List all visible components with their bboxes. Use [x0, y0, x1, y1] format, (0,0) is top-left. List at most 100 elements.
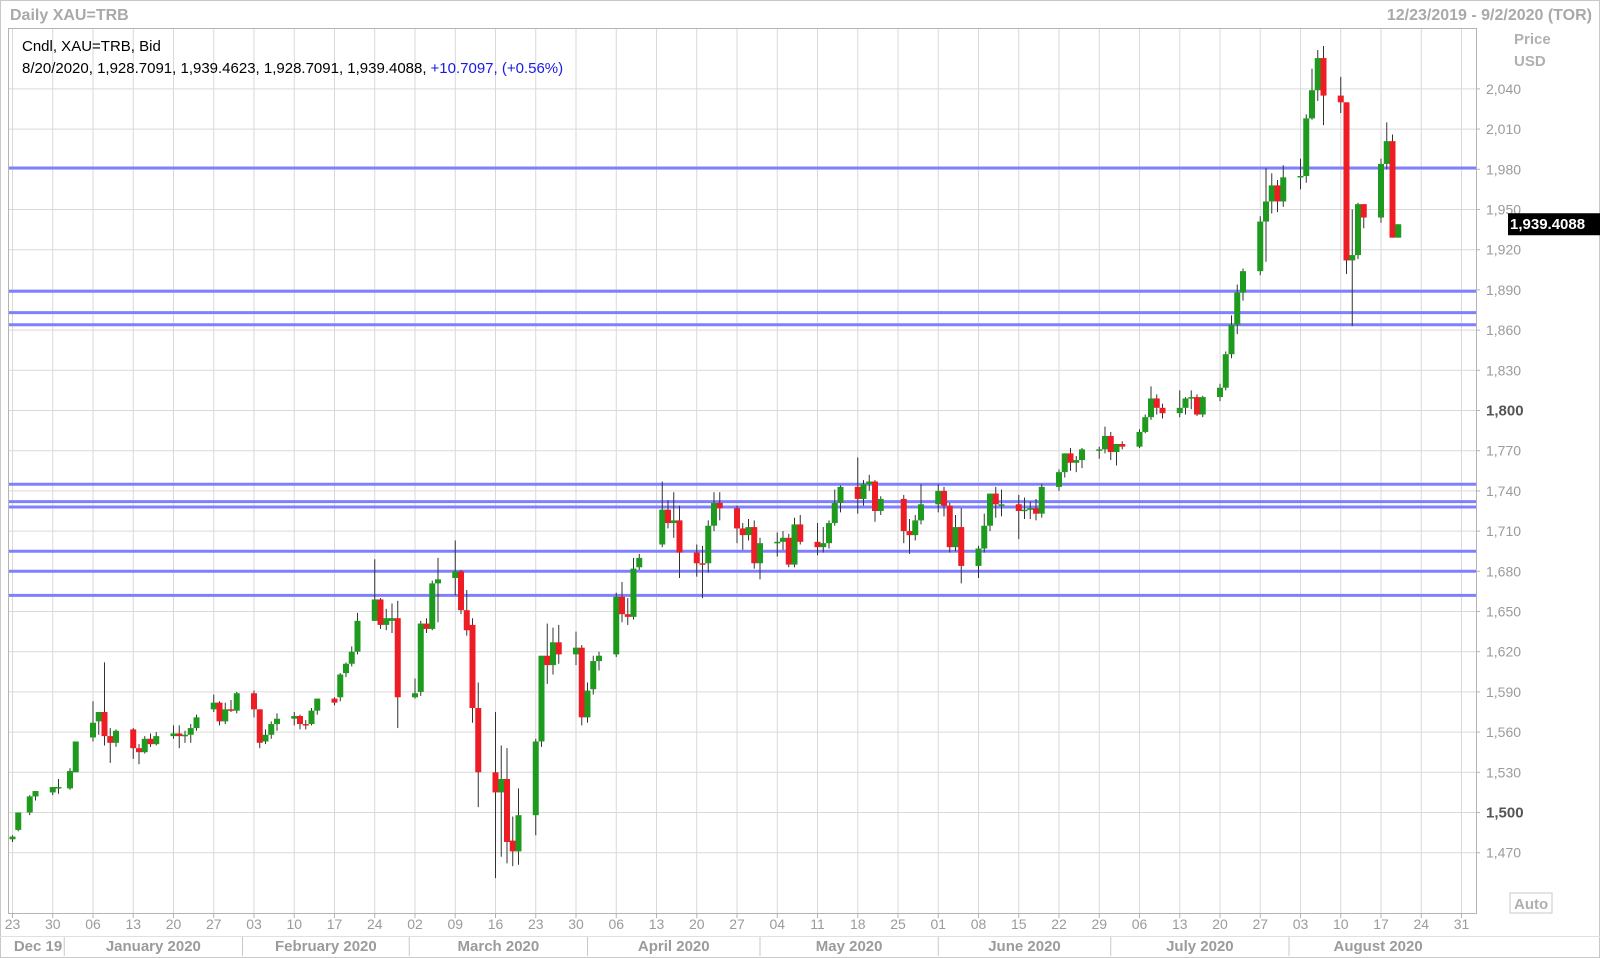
- candle[interactable]: [751, 520, 758, 569]
- candle[interactable]: [1395, 224, 1402, 238]
- candle-body-up: [987, 493, 993, 526]
- date-tick-label: 06: [85, 916, 101, 932]
- candle[interactable]: [578, 645, 585, 726]
- candle[interactable]: [1355, 202, 1361, 260]
- candle-body-up: [791, 524, 798, 565]
- price-axis-header: Price: [1514, 31, 1551, 48]
- candle[interactable]: [417, 620, 424, 696]
- date-tick-label: 06: [608, 916, 624, 932]
- candle-body-down: [797, 524, 804, 542]
- price-tick-label: 1,620: [1486, 644, 1521, 660]
- candle[interactable]: [1199, 395, 1206, 418]
- candle-body-up: [67, 770, 73, 789]
- candle[interactable]: [1222, 351, 1229, 391]
- candle-body-up: [596, 655, 602, 662]
- candle-body-down: [1159, 407, 1166, 414]
- candle-body-up: [952, 527, 959, 548]
- candle-body-down: [504, 779, 510, 842]
- date-tick-label: 16: [488, 916, 504, 932]
- candle-body-down: [147, 738, 154, 745]
- candle[interactable]: [15, 812, 22, 832]
- series-legend: Cndl, XAU=TRB, Bid: [22, 38, 161, 55]
- candle[interactable]: [987, 493, 993, 532]
- candle-body-down: [624, 614, 631, 617]
- candle-body-down: [544, 655, 551, 666]
- date-tick-label: 27: [206, 916, 222, 932]
- date-tick-label: 17: [1373, 916, 1389, 932]
- date-tick-label: 20: [689, 916, 705, 932]
- candle[interactable]: [1257, 216, 1264, 276]
- auto-scale-label: Auto: [1514, 896, 1548, 913]
- candle[interactable]: [791, 517, 798, 568]
- candle[interactable]: [613, 592, 620, 658]
- ohlc-values: 8/20/2020, 1,928.7091, 1,939.4623, 1,928…: [22, 60, 427, 77]
- candle[interactable]: [26, 795, 33, 816]
- candle[interactable]: [1389, 134, 1396, 238]
- candle[interactable]: [1303, 114, 1310, 183]
- candle[interactable]: [538, 655, 545, 747]
- date-tick-label: 01: [930, 916, 946, 932]
- candle-body-down: [739, 528, 746, 536]
- candle-body-up: [337, 674, 344, 698]
- candle-body-up: [613, 596, 620, 655]
- candle-body-up: [573, 647, 579, 655]
- candle-body-up: [274, 718, 280, 725]
- candle[interactable]: [1343, 102, 1350, 274]
- candle[interactable]: [785, 533, 792, 568]
- candle-body-down: [906, 531, 913, 536]
- candle[interactable]: [1038, 484, 1045, 518]
- candle-body-up: [49, 787, 56, 793]
- candle-body-down: [1153, 398, 1160, 408]
- candle[interactable]: [469, 618, 476, 723]
- month-label: July 2020: [1166, 938, 1234, 955]
- candle-body-up: [636, 557, 643, 568]
- candle-body-up: [1263, 201, 1269, 222]
- candle-body-down: [377, 599, 384, 625]
- candle[interactable]: [1378, 158, 1384, 223]
- candle[interactable]: [458, 569, 464, 615]
- candle[interactable]: [72, 741, 79, 773]
- candle-body-up: [757, 543, 763, 564]
- candle-body-down: [509, 840, 516, 852]
- date-tick-label: 04: [769, 916, 785, 932]
- candle-body-up: [780, 537, 786, 542]
- candle-body-up: [630, 568, 637, 617]
- plot-area[interactable]: [8, 28, 1477, 914]
- candle-body-down: [256, 709, 263, 743]
- candle-body-down: [216, 702, 223, 722]
- candle[interactable]: [233, 691, 240, 714]
- candle-body-up: [590, 661, 597, 690]
- candle[interactable]: [429, 580, 436, 631]
- candle-body-up: [314, 698, 321, 711]
- candle-body-down: [331, 698, 338, 703]
- candle-body-up: [141, 738, 148, 753]
- candle[interactable]: [590, 655, 597, 695]
- candle-body-up: [113, 730, 119, 743]
- candle-body-down: [1320, 58, 1327, 96]
- candle-body-up: [877, 498, 884, 511]
- candle-body-up: [170, 733, 177, 737]
- candle[interactable]: [256, 709, 263, 749]
- candle-body-down: [676, 520, 683, 553]
- candle-body-up: [26, 796, 33, 813]
- candle[interactable]: [1136, 429, 1143, 449]
- candle[interactable]: [67, 768, 73, 790]
- date-tick-label: 10: [286, 916, 302, 932]
- candle-body-up: [1061, 453, 1068, 473]
- candle[interactable]: [337, 673, 344, 702]
- chart-canvas[interactable]: Daily XAU=TRB 12/23/2019 - 9/2/2020 (TOR…: [0, 0, 1600, 958]
- candle-body-up: [412, 693, 418, 698]
- candle[interactable]: [946, 502, 953, 553]
- candle[interactable]: [377, 598, 384, 629]
- candle-body-up: [1383, 141, 1390, 164]
- price-tick-label: 1,740: [1486, 483, 1521, 499]
- candle-body-up: [72, 741, 79, 773]
- candle-body-up: [1228, 324, 1235, 355]
- candle[interactable]: [1194, 394, 1200, 416]
- date-tick-label: 30: [45, 916, 61, 932]
- candle-body-up: [55, 787, 62, 789]
- candle-body-up: [389, 618, 395, 621]
- candle-body-up: [308, 710, 315, 725]
- price-tick-label: 1,710: [1486, 523, 1521, 539]
- candle[interactable]: [1142, 414, 1149, 434]
